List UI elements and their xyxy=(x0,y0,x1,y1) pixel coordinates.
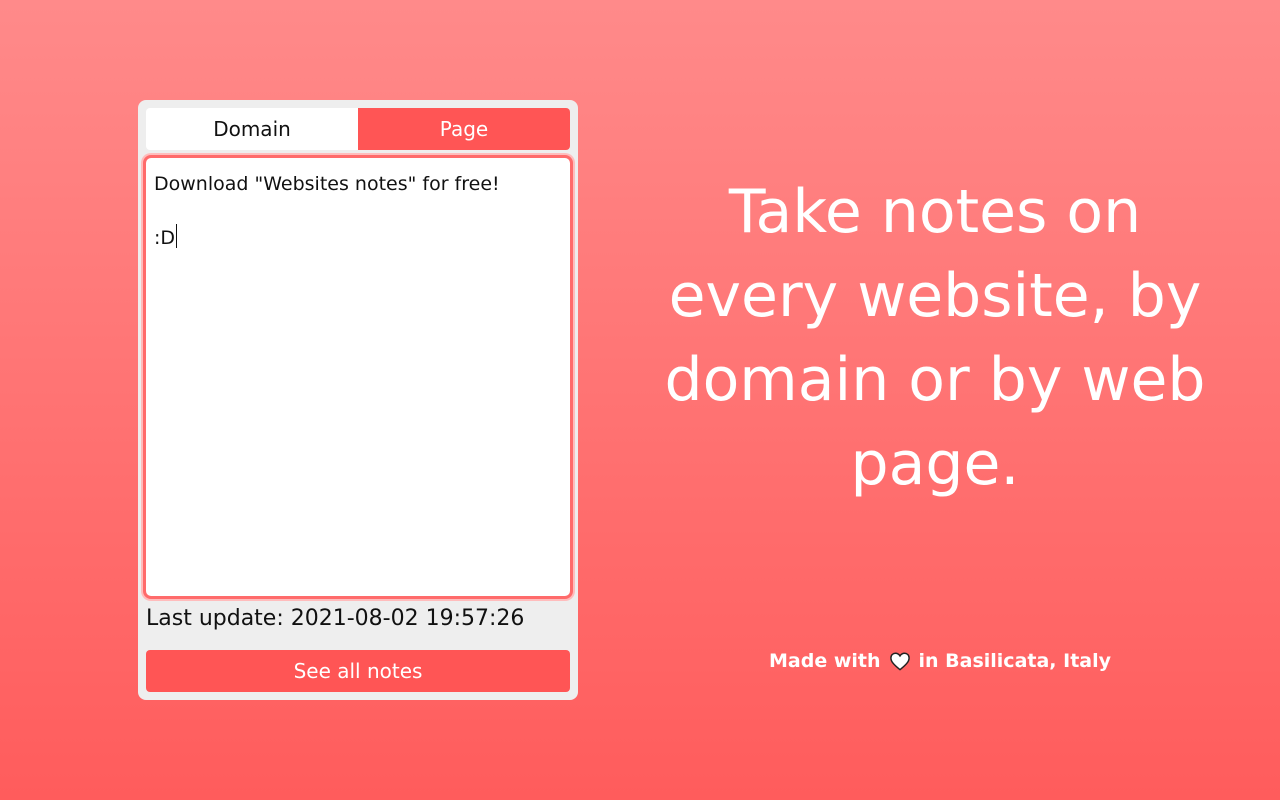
headline: Take notes on every website, by domain o… xyxy=(664,177,1206,499)
last-update-text: Last update: 2021-08-02 19:57:26 xyxy=(146,606,525,631)
heart-icon xyxy=(889,651,911,671)
tab-page[interactable]: Page xyxy=(358,108,570,150)
tab-domain[interactable]: Domain xyxy=(146,108,358,150)
see-all-notes-button[interactable]: See all notes xyxy=(146,650,570,692)
note-line-1: Download "Websites notes" for free! xyxy=(154,173,500,195)
footer-location: in Basilicata, Italy xyxy=(918,650,1112,672)
footer-made-with: Made with xyxy=(768,650,881,672)
notes-popup: Domain Page Download "Websites notes" fo… xyxy=(138,100,578,700)
footer-credit: Made with in Basilicata, Italy xyxy=(740,650,1140,672)
note-line-2: :D xyxy=(154,224,562,252)
note-line-2-text: :D xyxy=(154,227,176,249)
text-caret xyxy=(176,224,178,248)
tab-bar: Domain Page xyxy=(146,108,570,150)
note-textarea[interactable]: Download "Websites notes" for free! :D xyxy=(143,155,573,599)
